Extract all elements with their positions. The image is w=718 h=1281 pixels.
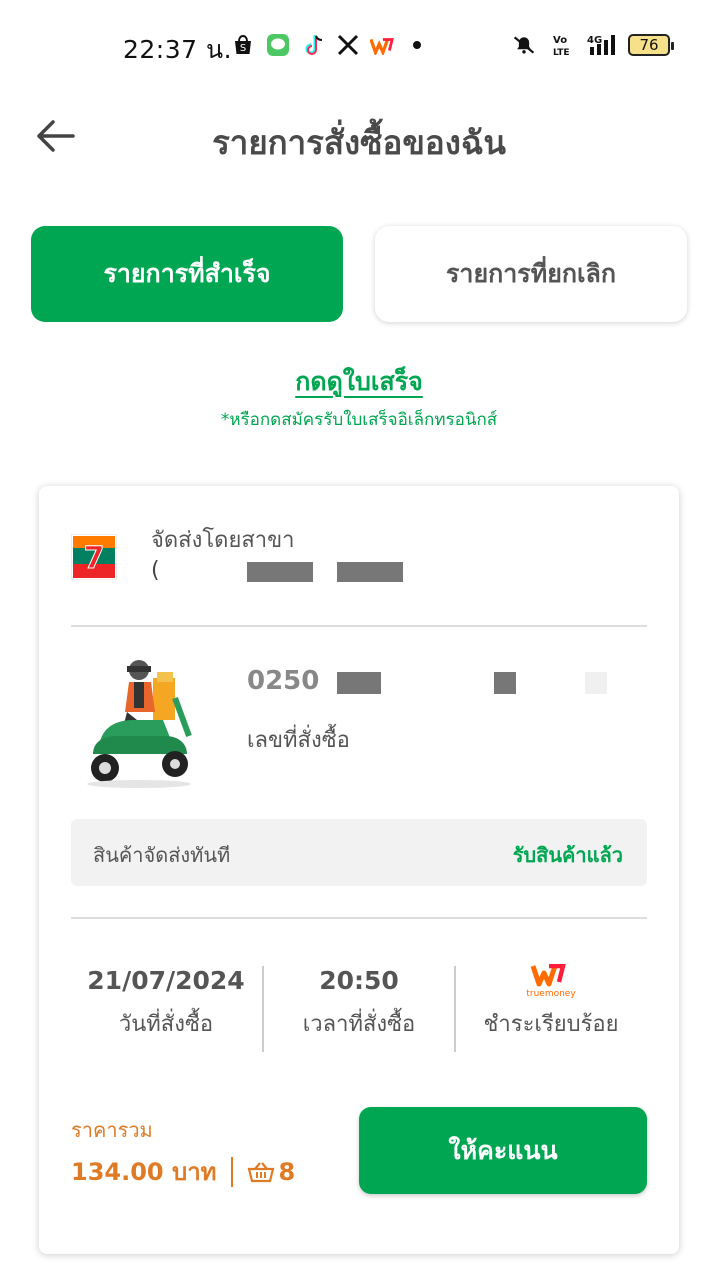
branch-label: จัดส่งโดยสาขา (151, 528, 295, 553)
battery-indicator: 76 (628, 34, 674, 56)
e-receipt-note[interactable]: *หรือกดสมัครรับใบเสร็จอิเล็กทรอนิกส์ (0, 406, 718, 433)
4g-signal-icon: 4G (586, 33, 622, 57)
order-time-col: 20:50 เวลาที่สั่งซื้อ (264, 964, 454, 1041)
delivery-type: สินค้าจัดส่งทันที (93, 843, 231, 867)
total-price: 134.00 บาท (71, 1158, 217, 1186)
order-number: 0250 (247, 666, 320, 696)
redacted-block (585, 672, 607, 694)
rate-button[interactable]: ให้คะแนน (359, 1107, 647, 1194)
svg-text:7: 7 (84, 541, 105, 576)
svg-text:Vo: Vo (553, 35, 567, 46)
payment-col: truemoney ชำระเรียบร้อย (456, 963, 646, 1041)
tab-completed[interactable]: รายการที่สำเร็จ (31, 226, 343, 322)
tiktok-icon (302, 33, 326, 57)
order-date-label: วันที่สั่งซื้อ (118, 1012, 214, 1037)
status-bar: 22:37 น. S Vo LTE 4G 76 (0, 0, 718, 90)
payment-status: ชำระเรียบร้อย (483, 1012, 619, 1037)
notification-dot-icon (413, 41, 421, 49)
order-time: 20:50 (319, 966, 399, 995)
divider (230, 1156, 233, 1187)
svg-text:LTE: LTE (553, 48, 570, 57)
divider (71, 917, 647, 919)
line-icon (266, 33, 290, 57)
7-eleven-logo: 7 (70, 533, 118, 581)
divider (71, 625, 647, 627)
redacted-block (337, 672, 381, 694)
truemoney-logo: truemoney (521, 963, 581, 999)
receipt-link-wrapper: กดดูใบเสร็จ (0, 362, 718, 402)
branch-name: ( (151, 558, 160, 583)
view-receipt-link[interactable]: กดดูใบเสร็จ (295, 367, 423, 396)
mute-icon (512, 33, 536, 57)
delivery-scooter-illustration (79, 654, 199, 794)
delivery-status-box: สินค้าจัดส่งทันที รับสินค้าแล้ว (71, 819, 647, 886)
volte-icon: Vo LTE (550, 33, 574, 57)
total-row: 134.00 บาท 8 (71, 1152, 295, 1191)
x-icon (336, 33, 360, 57)
order-number-label: เลขที่สั่งซื้อ (247, 728, 350, 753)
svg-text:S: S (240, 43, 246, 54)
header: รายการสั่งซื้อของฉัน (0, 96, 718, 176)
redacted-block (337, 562, 403, 582)
order-date-col: 21/07/2024 วันที่สั่งซื้อ (71, 964, 261, 1041)
order-card[interactable]: 7 จัดส่งโดยสาขา ( 0250 เลขที่สั่งซื้อ สิ… (39, 486, 679, 1254)
redacted-block (247, 562, 313, 582)
delivery-status[interactable]: รับสินค้าแล้ว (513, 839, 623, 871)
shopee-icon: S (231, 33, 255, 57)
status-time: 22:37 น. (123, 35, 233, 64)
total-label: ราคารวม (71, 1118, 153, 1142)
order-time-label: เวลาที่สั่งซื้อ (302, 1012, 416, 1037)
redacted-block (494, 672, 516, 694)
svg-text:truemoney: truemoney (526, 989, 576, 998)
truemoney-icon (370, 33, 394, 57)
order-date: 21/07/2024 (87, 966, 245, 995)
page-title: รายการสั่งซื้อของฉัน (212, 123, 506, 162)
tab-cancelled[interactable]: รายการที่ยกเลิก (375, 226, 687, 322)
basket-icon (247, 1161, 274, 1182)
item-count: 8 (278, 1157, 296, 1186)
